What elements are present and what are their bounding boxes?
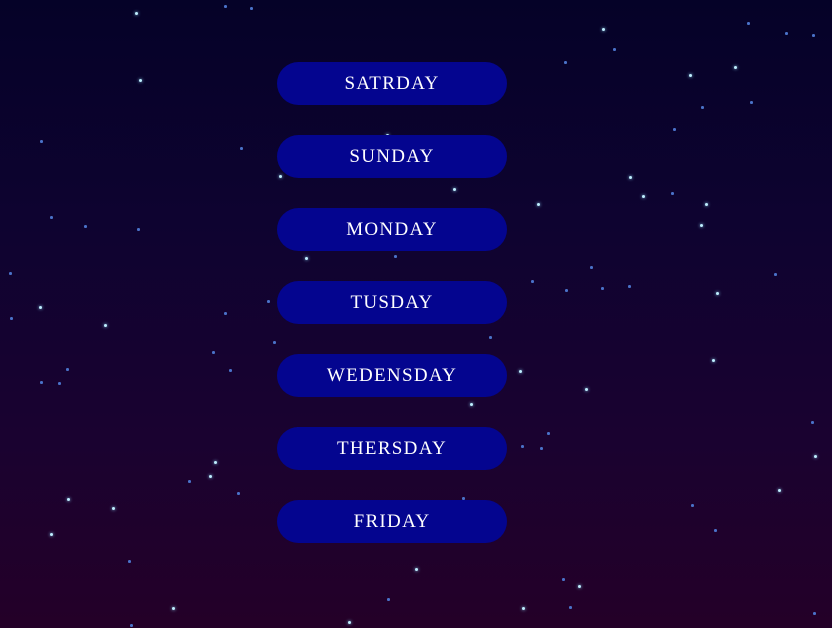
star-dot [348,621,351,624]
star-dot [613,48,616,51]
star-dot [267,300,270,303]
star-dot [689,74,692,77]
star-dot [10,317,13,320]
star-dot [224,5,227,8]
star-dot [237,492,240,495]
star-dot [188,480,191,483]
star-dot [214,461,217,464]
star-dot [714,529,717,532]
star-dot [66,368,69,371]
star-dot [209,475,212,478]
star-dot [128,560,131,563]
star-dot [564,61,567,64]
star-dot [229,369,232,372]
friday-button[interactable]: FRIDAY [277,500,507,543]
star-dot [628,285,631,288]
star-dot [569,606,572,609]
star-dot [565,289,568,292]
star-dot [578,585,581,588]
saturday-button[interactable]: SATRDAY [277,62,507,105]
star-dot [39,306,42,309]
sunday-button[interactable]: SUNDAY [277,135,507,178]
star-dot [537,203,540,206]
star-dot [40,381,43,384]
star-dot [602,28,605,31]
star-dot [104,324,107,327]
star-dot [130,624,133,627]
star-dot [224,312,227,315]
star-dot [774,273,777,276]
star-dot [58,382,61,385]
star-dot [701,106,704,109]
star-dot [778,489,781,492]
star-dot [691,504,694,507]
star-dot [734,66,737,69]
star-dot [712,359,715,362]
star-dot [747,22,750,25]
star-dot [540,447,543,450]
star-dot [585,388,588,391]
star-dot [139,79,142,82]
star-dot [50,533,53,536]
star-dot [387,598,390,601]
star-dot [531,280,534,283]
monday-button[interactable]: MONDAY [277,208,507,251]
star-dot [250,7,253,10]
star-dot [562,578,565,581]
star-dot [135,12,138,15]
star-dot [642,195,645,198]
star-dot [547,432,550,435]
star-dot [811,421,814,424]
star-dot [716,292,719,295]
star-dot [812,34,815,37]
star-dot [172,607,175,610]
star-dot [785,32,788,35]
star-dot [9,272,12,275]
star-dot [240,147,243,150]
thursday-button[interactable]: THERSDAY [277,427,507,470]
star-dot [137,228,140,231]
star-dot [705,203,708,206]
star-dot [521,445,524,448]
star-dot [590,266,593,269]
star-dot [519,370,522,373]
star-dot [40,140,43,143]
star-dot [50,216,53,219]
star-dot [84,225,87,228]
day-button-list: SATRDAY SUNDAY MONDAY TUSDAY WEDENSDAY T… [277,62,507,573]
star-dot [671,192,674,195]
star-dot [522,607,525,610]
wednesday-button[interactable]: WEDENSDAY [277,354,507,397]
star-dot [212,351,215,354]
star-dot [273,341,276,344]
star-dot [629,176,632,179]
star-dot [813,612,816,615]
star-dot [112,507,115,510]
tuesday-button[interactable]: TUSDAY [277,281,507,324]
star-dot [700,224,703,227]
star-dot [601,287,604,290]
star-dot [814,455,817,458]
star-dot [673,128,676,131]
star-dot [67,498,70,501]
star-dot [750,101,753,104]
